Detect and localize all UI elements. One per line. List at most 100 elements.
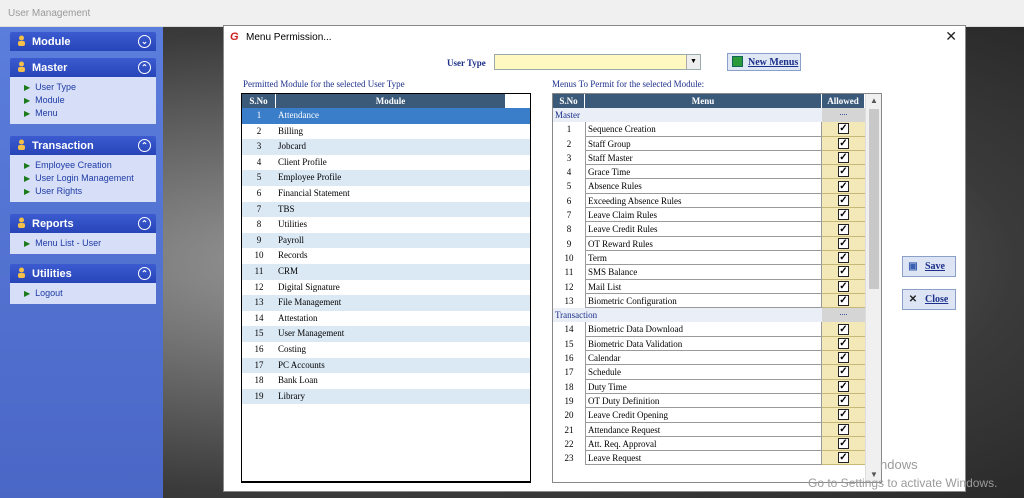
allowed-checkbox[interactable]: ✓ xyxy=(838,280,849,292)
allowed-checkbox[interactable]: ✓ xyxy=(838,437,849,449)
allowed-cell: ✓ xyxy=(822,336,865,352)
collapse-icon[interactable]: ⌃ xyxy=(138,217,151,230)
sidebar-panel-4: Utilities ⌃ ▶ Logout xyxy=(10,264,156,304)
module-row[interactable]: 19 Library xyxy=(242,388,530,405)
scroll-up-icon[interactable]: ▲ xyxy=(866,94,881,108)
allowed-checkbox[interactable]: ✓ xyxy=(838,194,849,206)
allowed-checkbox[interactable]: ✓ xyxy=(838,152,849,164)
module-name: Digital Signature xyxy=(278,281,340,292)
module-grid: S.No Module 1 Attendance 2 Billing 3 Jobcard 4… xyxy=(241,93,531,483)
module-row[interactable]: 17 PC Accounts xyxy=(242,357,530,374)
module-name: Costing xyxy=(278,343,307,354)
user-icon xyxy=(18,217,25,228)
allowed-checkbox[interactable]: ✓ xyxy=(838,395,849,407)
menu-sno: 22 xyxy=(564,438,574,449)
module-row[interactable]: 12 Digital Signature xyxy=(242,280,530,296)
sidebar-panel-0: Module ⌄ xyxy=(10,32,156,51)
user-type-select[interactable]: ▼ xyxy=(494,54,701,70)
chevron-down-icon[interactable]: ▼ xyxy=(686,55,700,69)
module-sno: 11 xyxy=(254,265,264,276)
module-row[interactable]: 10 Records xyxy=(242,248,530,264)
module-sno: 4 xyxy=(256,156,262,167)
col-menu: Menu xyxy=(585,94,822,108)
menu-sno: 9 xyxy=(566,238,572,249)
sidebar-panel-header[interactable]: Transaction ⌃ xyxy=(10,136,156,155)
sidebar-link[interactable]: ▶ Logout xyxy=(24,287,156,300)
expand-icon[interactable]: ⌄ xyxy=(138,35,151,48)
module-row[interactable]: 16 Costing xyxy=(242,342,530,358)
collapse-icon[interactable]: ⌃ xyxy=(138,267,151,280)
allowed-checkbox[interactable]: ✓ xyxy=(838,295,849,306)
collapse-icon[interactable]: ⌃ xyxy=(138,139,151,152)
menu-row: 3 Staff Master ✓ xyxy=(553,150,881,166)
sidebar-panel-header[interactable]: Reports ⌃ xyxy=(10,214,156,233)
module-name: Attendance xyxy=(278,110,319,120)
allowed-cell: ✓ xyxy=(822,165,865,180)
allowed-checkbox[interactable]: ✓ xyxy=(838,409,849,421)
module-row[interactable]: 14 Attestation xyxy=(242,311,530,327)
menu-row: 9 OT Reward Rules ✓ xyxy=(553,236,881,251)
collapse-icon[interactable]: ⌃ xyxy=(138,61,151,74)
allowed-checkbox[interactable]: ✓ xyxy=(838,123,849,135)
sidebar-link[interactable]: ▶ Menu xyxy=(24,107,156,120)
module-sno: 7 xyxy=(256,203,262,214)
close-label: Close xyxy=(925,294,949,305)
allowed-cell: ✓ xyxy=(822,222,865,237)
allowed-cell: ✓ xyxy=(822,265,865,280)
module-row[interactable]: 15 User Management xyxy=(242,326,530,342)
sidebar-panel-title: Module xyxy=(32,36,71,48)
sidebar-panel-header[interactable]: Master ⌃ xyxy=(10,58,156,77)
allowed-checkbox[interactable]: ✓ xyxy=(838,209,849,221)
sidebar-link[interactable]: ▶ Module xyxy=(24,94,156,107)
module-row[interactable]: 7 TBS xyxy=(242,201,530,218)
module-sno: 8 xyxy=(256,219,262,230)
allowed-checkbox[interactable]: ✓ xyxy=(838,380,849,392)
sidebar-panel-header[interactable]: Utilities ⌃ xyxy=(10,264,156,283)
module-row[interactable]: 2 Billing xyxy=(242,124,530,140)
new-menus-button[interactable]: New Menus xyxy=(727,53,801,71)
menu-row: 4 Grace Time ✓ xyxy=(553,165,881,180)
menu-row: 13 Biometric Configuration ✓ xyxy=(553,293,881,309)
allowed-checkbox[interactable]: ✓ xyxy=(838,266,849,278)
module-row[interactable]: 13 File Management xyxy=(242,295,530,311)
scroll-thumb[interactable] xyxy=(869,109,879,289)
menu-name: Schedule xyxy=(585,365,822,380)
sidebar-panel-title: Reports xyxy=(32,218,74,230)
group-dots: .... xyxy=(822,108,865,123)
sidebar-link[interactable]: ▶ Menu List - User xyxy=(24,237,156,250)
module-row[interactable]: 8 Utilities xyxy=(242,217,530,233)
allowed-checkbox[interactable]: ✓ xyxy=(838,223,849,235)
allowed-checkbox[interactable]: ✓ xyxy=(838,166,849,178)
sidebar-link[interactable]: ▶ User Type xyxy=(24,81,156,94)
grid-icon xyxy=(732,56,743,67)
module-row[interactable]: 6 Financial Statement xyxy=(242,186,530,202)
module-row[interactable]: 11 CRM xyxy=(242,263,530,280)
sidebar-panel-title: Utilities xyxy=(32,268,72,280)
sidebar-link[interactable]: ▶ User Rights xyxy=(24,185,156,198)
close-button[interactable]: ✕ Close xyxy=(902,289,956,310)
allowed-checkbox[interactable]: ✓ xyxy=(838,323,849,335)
save-button[interactable]: ▣ Save xyxy=(902,256,956,277)
allowed-checkbox[interactable]: ✓ xyxy=(838,423,849,435)
allowed-checkbox[interactable]: ✓ xyxy=(838,337,849,349)
module-row[interactable]: 1 Attendance xyxy=(242,108,530,124)
module-row[interactable]: 3 Jobcard xyxy=(242,139,530,155)
module-sno: 2 xyxy=(256,125,262,136)
menu-grid-scrollbar[interactable]: ▲ ▼ xyxy=(865,94,881,482)
allowed-checkbox[interactable]: ✓ xyxy=(838,352,849,364)
allowed-checkbox[interactable]: ✓ xyxy=(838,237,849,249)
module-row[interactable]: 18 Bank Loan xyxy=(242,373,530,389)
allowed-checkbox[interactable]: ✓ xyxy=(838,180,849,192)
allowed-checkbox[interactable]: ✓ xyxy=(838,137,849,149)
allowed-checkbox[interactable]: ✓ xyxy=(838,252,849,264)
sidebar-link[interactable]: ▶ User Login Management xyxy=(24,172,156,185)
module-row[interactable]: 9 Payroll xyxy=(242,232,530,249)
module-row[interactable]: 5 Employee Profile xyxy=(242,170,530,186)
sidebar-link[interactable]: ▶ Employee Creation xyxy=(24,159,156,172)
menu-row: 15 Biometric Data Validation ✓ xyxy=(553,336,881,352)
close-icon[interactable]: ✕ xyxy=(945,28,957,45)
module-row[interactable]: 4 Client Profile xyxy=(242,155,530,171)
module-name: Jobcard xyxy=(278,141,306,152)
allowed-checkbox[interactable]: ✓ xyxy=(838,366,849,378)
sidebar-panel-header[interactable]: Module ⌄ xyxy=(10,32,156,51)
